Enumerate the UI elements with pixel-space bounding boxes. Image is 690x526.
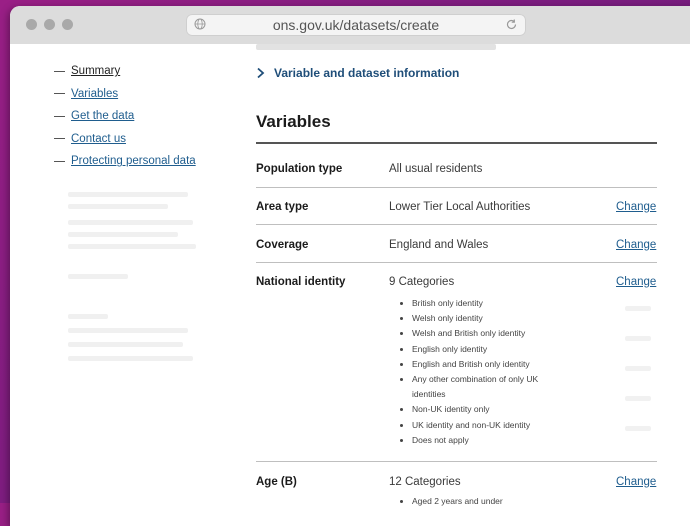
faded-text [68,232,178,237]
nav-item-variables[interactable]: Variables [54,83,196,106]
faded-text [68,192,188,197]
expander-label[interactable]: Variable and dataset information [274,66,459,80]
nav-item-get-the-data[interactable]: Get the data [54,105,196,128]
faded-text [68,342,183,347]
row-divider [256,224,657,225]
faded-text [68,220,193,225]
faded-text [625,366,651,371]
faded-text [68,328,188,333]
faded-text [68,204,168,209]
change-coverage-link[interactable]: Change [616,239,656,251]
address-bar[interactable]: ons.gov.uk/datasets/create [186,14,526,36]
nav-dash [54,138,65,140]
browser-toolbar: ons.gov.uk/datasets/create [10,6,690,44]
faded-text [68,244,196,249]
faded-text [625,426,651,431]
list-item: Aged 2 years and under [412,494,572,509]
list-item: Welsh and British only identity [412,326,572,341]
variable-info-expander[interactable]: Variable and dataset information [256,66,459,80]
national-identity-categories: British only identity Welsh only identit… [400,296,572,448]
nav-link[interactable]: Summary [71,65,120,77]
row-value-age-b: 12 Categories [389,476,461,488]
row-label-coverage: Coverage [256,239,309,251]
age-b-categories: Aged 2 years and under [400,494,572,509]
faded-text [625,396,651,401]
minimize-window-button[interactable] [44,19,55,30]
list-item: English only identity [412,342,572,357]
change-area-type-link[interactable]: Change [616,201,656,213]
nav-item-summary[interactable]: Summary [54,60,196,83]
close-window-button[interactable] [26,19,37,30]
browser-window: ons.gov.uk/datasets/create Summary Varia… [10,6,690,526]
nav-link[interactable]: Protecting personal data [71,155,196,167]
cut-off-text [256,44,496,50]
list-item: UK identity and non-UK identity [412,418,572,433]
row-label-area-type: Area type [256,201,309,213]
nav-dash [54,115,65,117]
change-national-identity-link[interactable]: Change [616,276,656,288]
list-item: Any other combination of only UK identit… [412,372,572,402]
section-title: Variables [256,112,331,131]
list-item: British only identity [412,296,572,311]
reload-icon[interactable] [505,18,518,31]
row-label-age-b: Age (B) [256,476,297,488]
row-label-population-type: Population type [256,163,343,175]
nav-item-contact-us[interactable]: Contact us [54,128,196,151]
nav-dash [54,160,65,162]
change-age-b-link[interactable]: Change [616,476,656,488]
nav-dash [54,70,65,72]
faded-text [625,336,651,341]
row-divider [256,461,657,462]
contents-nav: Summary Variables Get the data Contact u… [54,60,196,173]
row-value-population-type: All usual residents [389,163,483,175]
row-value-national-identity: 9 Categories [389,276,455,288]
nav-item-protecting-personal-data[interactable]: Protecting personal data [54,150,196,173]
row-label-national-identity: National identity [256,276,346,288]
list-item: English and British only identity [412,357,572,372]
list-item: Does not apply [412,433,572,448]
url-text: ons.gov.uk/datasets/create [272,17,440,33]
nav-link[interactable]: Variables [71,88,118,100]
page-content: Summary Variables Get the data Contact u… [10,44,690,526]
row-divider [256,187,657,188]
faded-text [625,306,651,311]
faded-text [68,314,108,319]
faded-text [68,274,128,279]
row-value-coverage: England and Wales [389,239,489,251]
nav-dash [54,93,65,95]
list-item: Non-UK identity only [412,402,572,417]
list-item: Welsh only identity [412,311,572,326]
row-divider [256,262,657,263]
section-divider [256,142,657,144]
faded-text [68,356,193,361]
maximize-window-button[interactable] [62,19,73,30]
row-value-area-type: Lower Tier Local Authorities [389,201,531,213]
chevron-right-icon [257,67,265,79]
nav-link[interactable]: Get the data [71,110,134,122]
nav-link[interactable]: Contact us [71,133,126,145]
